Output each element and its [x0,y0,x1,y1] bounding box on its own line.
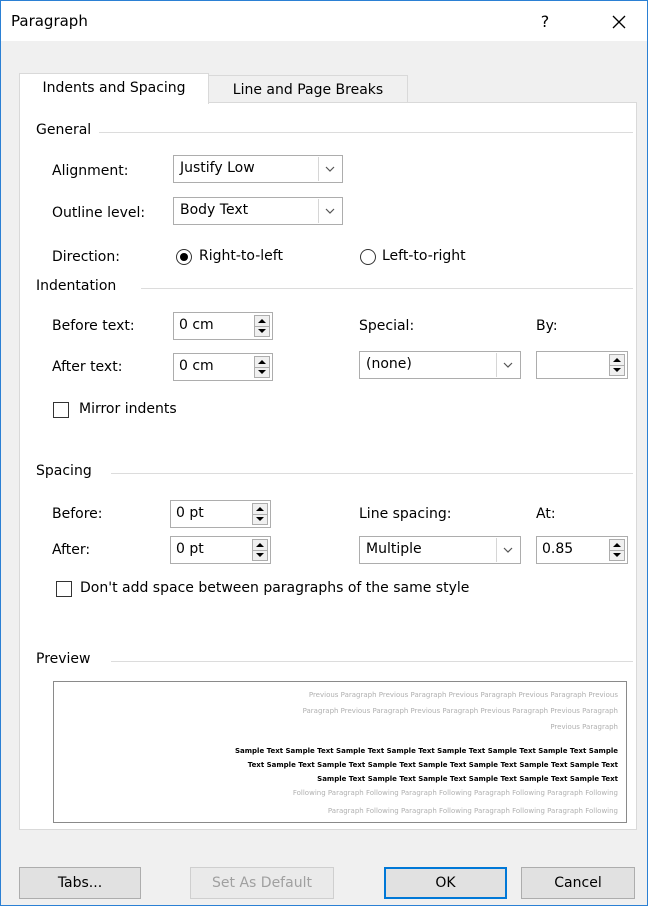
before-text-stepper[interactable]: 0 cm [173,312,273,340]
before-text-label: Before text: [52,318,135,334]
alignment-value: Justify Low [180,160,255,176]
alignment-select[interactable]: Justify Low [173,155,343,183]
stepper-buttons [609,354,625,376]
tab-line-and-page-breaks[interactable]: Line and Page Breaks [208,75,408,105]
spacing-before-value: 0 pt [176,505,204,521]
window-title: Paragraph [11,12,88,30]
spin-down-icon[interactable] [610,365,624,375]
help-button[interactable]: ? [531,10,559,34]
spin-down-icon[interactable] [255,326,269,336]
stepper-buttons [609,539,625,561]
paragraph-dialog: Paragraph ? Indents and Spacing Line and… [0,0,648,906]
stepper-buttons [252,539,268,561]
tab-label: Line and Page Breaks [232,82,384,98]
stepper-buttons [254,356,270,378]
mirror-indents-checkbox[interactable] [53,402,69,418]
spin-down-icon[interactable] [253,514,267,524]
preview-previous-line: Previous Paragraph [550,723,618,731]
general-divider [99,132,633,133]
radio-right-to-left[interactable] [176,249,192,265]
at-value: 0.85 [542,541,574,557]
indentation-heading: Indentation [36,278,117,294]
spacing-after-stepper[interactable]: 0 pt [170,536,271,564]
spacing-divider [111,473,633,474]
line-spacing-value: Multiple [366,541,422,557]
special-value: (none) [366,356,412,372]
title-bar: Paragraph ? [1,1,647,41]
alignment-label: Alignment: [52,163,129,179]
right-to-left-label[interactable]: Right-to-left [199,248,283,264]
stepper-buttons [254,315,270,337]
preview-sample-line: Sample Text Sample Text Sample Text Samp… [317,775,618,783]
spin-down-icon[interactable] [610,550,624,560]
tab-indents-and-spacing[interactable]: Indents and Spacing [19,73,209,104]
after-text-value: 0 cm [179,358,214,374]
special-label: Special: [359,318,415,334]
preview-following-line: Following Paragraph Following Paragraph … [292,789,618,797]
spacing-after-value: 0 pt [176,541,204,557]
chevron-down-icon [496,353,519,377]
dont-add-space-checkbox[interactable] [56,581,72,597]
after-text-stepper[interactable]: 0 cm [173,353,273,381]
special-select[interactable]: (none) [359,351,521,379]
close-button[interactable] [601,8,637,36]
paragraph-preview: Previous Paragraph Previous Paragraph Pr… [53,681,627,823]
tab-label: Indents and Spacing [42,80,186,96]
indentation-divider [141,288,633,289]
spacing-after-label: After: [52,542,91,558]
general-heading: General [36,122,92,138]
outline-level-select[interactable]: Body Text [173,197,343,225]
at-stepper[interactable]: 0.85 [536,536,628,564]
direction-label: Direction: [52,249,120,265]
preview-previous-line: Paragraph Previous Paragraph Previous Pa… [302,707,618,715]
spacing-before-label: Before: [52,506,103,522]
preview-sample-line: Text Sample Text Sample Text Sample Text… [247,761,618,769]
tabs-button[interactable]: Tabs... [19,867,141,899]
before-text-value: 0 cm [179,317,214,333]
preview-previous-line: Previous Paragraph Previous Paragraph Pr… [308,691,618,699]
line-spacing-label: Line spacing: [359,506,452,522]
mirror-indents-label[interactable]: Mirror indents [79,401,177,417]
by-stepper[interactable] [536,351,628,379]
spin-down-icon[interactable] [255,367,269,377]
set-as-default-button[interactable]: Set As Default [190,867,334,899]
spin-down-icon[interactable] [253,550,267,560]
left-to-right-label[interactable]: Left-to-right [382,248,466,264]
preview-following-line: Paragraph Following Paragraph Following … [327,807,618,815]
line-spacing-select[interactable]: Multiple [359,536,521,564]
by-label: By: [536,318,558,334]
outline-level-label: Outline level: [52,205,146,221]
preview-heading: Preview [36,651,91,667]
spacing-before-stepper[interactable]: 0 pt [170,500,271,528]
preview-sample-line: Sample Text Sample Text Sample Text Samp… [234,747,618,755]
dont-add-space-label[interactable]: Don't add space between paragraphs of th… [80,580,469,596]
spacing-heading: Spacing [36,463,92,479]
at-label: At: [536,506,556,522]
radio-left-to-right[interactable] [360,249,376,265]
chevron-down-icon [318,199,341,223]
chevron-down-icon [496,538,519,562]
close-icon [612,15,626,29]
after-text-label: After text: [52,359,123,375]
stepper-buttons [252,503,268,525]
cancel-button[interactable]: Cancel [521,867,635,899]
ok-button[interactable]: OK [384,867,507,899]
preview-divider [111,661,633,662]
chevron-down-icon [318,157,341,181]
outline-level-value: Body Text [180,202,249,218]
